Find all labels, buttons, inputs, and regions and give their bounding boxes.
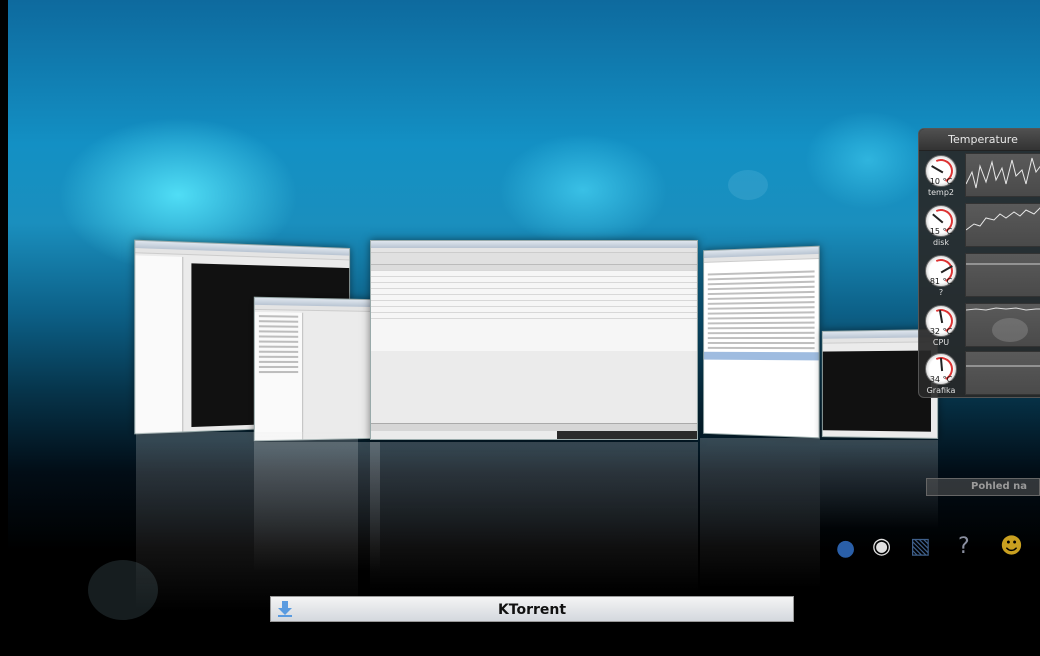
- temperature-widget-title: Temperature: [919, 129, 1040, 151]
- sensor-value: 15 °C: [929, 227, 953, 236]
- sensor-graph: [965, 303, 1040, 347]
- sidebar-pane: [135, 255, 184, 435]
- window-reflection: [700, 438, 820, 588]
- status-bar: [371, 423, 697, 431]
- sensor-row: 10 °C temp2: [919, 153, 1040, 203]
- sensor-graph: [965, 253, 1040, 297]
- terminal-pane: [822, 350, 931, 432]
- browser-content: [704, 259, 819, 439]
- window-menubar: [254, 304, 377, 313]
- amarok-icon[interactable]: ◉: [872, 534, 891, 559]
- sensor-row: 81 °C ?: [919, 253, 1040, 303]
- help-icon[interactable]: ?: [958, 534, 970, 559]
- kde-cat-icon[interactable]: ☻: [1000, 534, 1023, 559]
- sensor-value: 32 °C: [929, 327, 953, 336]
- sensor-name: Grafika: [926, 386, 956, 395]
- sensor-name: disk: [932, 238, 950, 247]
- sensor-name: CPU: [932, 338, 950, 347]
- sensor-row: 15 °C disk: [919, 203, 1040, 253]
- window-reflection: [254, 442, 380, 572]
- bokeh-light: [728, 170, 768, 200]
- system-monitor-icon[interactable]: ▧: [910, 534, 931, 559]
- sensor-name: ?: [938, 288, 944, 297]
- status-segments: [557, 431, 697, 439]
- window-reflection: [820, 440, 938, 530]
- torrent-list[interactable]: [371, 265, 697, 351]
- window-file-manager[interactable]: [253, 296, 378, 442]
- window-titlebar[interactable]: [371, 241, 697, 248]
- sensor-row: 34 °C Grafika: [919, 351, 1040, 401]
- folder-tree: [254, 311, 304, 442]
- active-window-label[interactable]: KTorrent: [270, 596, 794, 622]
- window-ktorrent[interactable]: [370, 240, 698, 440]
- sensor-graph: [965, 351, 1040, 395]
- sensor-graph: [965, 153, 1040, 197]
- sensor-graph: [965, 203, 1040, 247]
- sensor-value: 34 °C: [929, 375, 953, 384]
- temperature-widget[interactable]: Temperature 10 °C temp2 15 °C disk 81 °C…: [918, 128, 1040, 398]
- sensor-name: temp2: [927, 188, 955, 197]
- window-browser[interactable]: [703, 245, 820, 439]
- toolbar: [371, 253, 697, 265]
- sensor-row: 32 °C CPU: [919, 303, 1040, 353]
- window-reflection: [370, 442, 698, 592]
- sensor-value: 81 °C: [929, 277, 953, 286]
- active-window-title: KTorrent: [497, 602, 567, 618]
- sensor-value: 10 °C: [929, 177, 953, 186]
- globe-icon[interactable]: ●: [836, 536, 855, 561]
- partial-widget-label[interactable]: Pohled na: [926, 478, 1040, 496]
